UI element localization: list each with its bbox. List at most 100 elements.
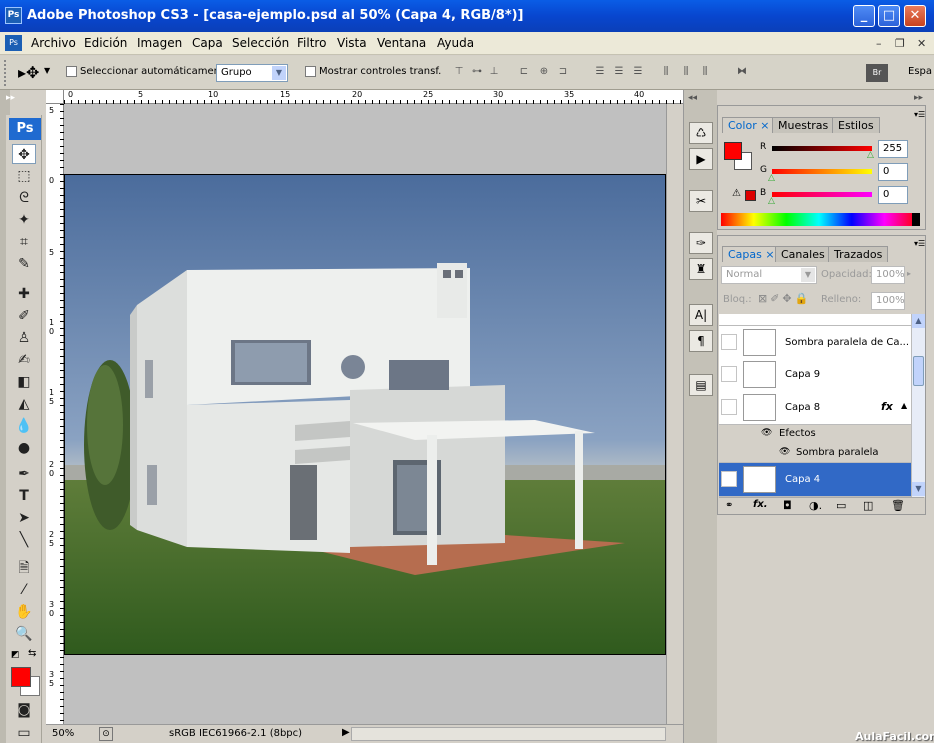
distribute-hcenter-icon[interactable]: ⫼ <box>679 65 693 79</box>
adjustment-layer-icon[interactable]: ◑. <box>809 499 822 512</box>
eyedropper-tool-icon[interactable]: ⁄ <box>12 580 36 600</box>
clone-stamp-tool-icon[interactable]: ♙ <box>12 328 36 348</box>
tab-estilos[interactable]: Estilos <box>832 117 880 133</box>
align-vcenter-icon[interactable]: ⊶ <box>470 65 484 79</box>
minimize-button[interactable]: _ <box>853 5 875 27</box>
collapse-dock-icon[interactable]: ◂◂ <box>688 93 697 103</box>
blend-mode-dropdown[interactable]: Normal ▼ <box>721 266 817 284</box>
link-layers-icon[interactable]: ⚭ <box>725 500 733 511</box>
menu-filtro[interactable]: Filtro <box>297 36 326 50</box>
distribute-bottom-icon[interactable]: ☰ <box>631 65 645 79</box>
show-transform-checkbox[interactable] <box>305 66 316 77</box>
crop-tool-icon[interactable]: ⌗ <box>12 232 36 252</box>
value-g[interactable]: 0 <box>878 163 908 181</box>
path-selection-tool-icon[interactable]: ➤ <box>12 508 36 528</box>
chevron-down-icon[interactable]: ▼ <box>44 66 50 75</box>
close-icon[interactable]: × <box>760 119 769 132</box>
document-canvas[interactable] <box>64 174 666 655</box>
align-hcenter-icon[interactable]: ⊕ <box>537 65 551 79</box>
spectrum-black[interactable] <box>912 213 920 226</box>
zoom-level[interactable]: 50% <box>52 728 92 739</box>
doc-close-button[interactable]: ✕ <box>917 37 926 50</box>
menu-imagen[interactable]: Imagen <box>137 36 182 50</box>
magic-wand-tool-icon[interactable]: ✦ <box>12 210 36 230</box>
color-foreground-swatch[interactable] <box>724 142 742 160</box>
scroll-down-icon[interactable]: ▼ <box>912 482 925 496</box>
dodge-tool-icon[interactable]: ● <box>12 438 36 458</box>
document-vertical-scrollbar[interactable] <box>666 104 683 724</box>
layer-row[interactable]: Sombra paralela de Ca... <box>719 326 911 360</box>
visibility-toggle[interactable] <box>721 471 737 487</box>
marquee-tool-icon[interactable]: ⬚ <box>12 166 36 186</box>
brush-tool-icon[interactable]: ✐ <box>12 306 36 326</box>
gamut-warning-icon[interactable]: ⚠ <box>732 188 741 199</box>
color-spectrum-bar[interactable] <box>721 213 917 226</box>
distribute-top-icon[interactable]: ☰ <box>593 65 607 79</box>
notes-tool-icon[interactable]: 🗎 <box>12 558 36 578</box>
fill-field[interactable]: 100% <box>871 292 905 310</box>
layer-row[interactable]: Capa 8 fx ▲ <box>719 391 911 425</box>
menu-capa[interactable]: Capa <box>192 36 223 50</box>
gamut-swatch[interactable] <box>745 190 756 201</box>
panel-menu-icon[interactable]: ▾☰ <box>914 239 925 248</box>
screen-mode-icon[interactable]: ▭ <box>12 723 36 743</box>
scroll-thumb[interactable] <box>913 356 924 386</box>
paragraph-panel-icon[interactable]: ¶ <box>689 330 713 352</box>
foreground-color-swatch[interactable] <box>11 667 31 687</box>
tool-presets-icon[interactable]: ✂ <box>689 190 713 212</box>
zoom-tool-icon[interactable]: 🔍 <box>12 624 36 644</box>
menu-edicion[interactable]: Edición <box>84 36 127 50</box>
opacity-arrow-icon[interactable]: ▸ <box>907 269 911 278</box>
move-tool-preset-icon[interactable]: ▸✥ <box>18 63 39 82</box>
blur-tool-icon[interactable]: 💧 <box>12 416 36 436</box>
opacity-field[interactable]: 100% <box>871 266 905 284</box>
lock-icons[interactable]: ⊠✐✥🔒 <box>758 292 811 305</box>
slider-thumb-icon[interactable]: △ <box>867 150 874 160</box>
eraser-tool-icon[interactable]: ◧ <box>12 372 36 392</box>
close-button[interactable]: ✕ <box>904 5 926 27</box>
menu-seleccion[interactable]: Selección <box>232 36 289 50</box>
expand-toolbox-icon[interactable]: ▸▸ <box>6 93 15 103</box>
document-icon[interactable]: Ps <box>5 35 22 51</box>
add-mask-icon[interactable]: ◘ <box>783 499 792 512</box>
expand-panels-icon[interactable]: ▸▸ <box>914 93 923 103</box>
value-r[interactable]: 255 <box>878 140 908 158</box>
actions-panel-icon[interactable]: ▶ <box>689 148 713 170</box>
visibility-toggle[interactable] <box>721 399 737 415</box>
scroll-up-icon[interactable]: ▲ <box>912 314 925 328</box>
slice-tool-icon[interactable]: ✎ <box>12 254 36 274</box>
auto-select-dropdown[interactable]: Grupo ▼ <box>216 64 288 82</box>
history-panel-icon[interactable]: ♺ <box>689 122 713 144</box>
align-right-icon[interactable]: ⊐ <box>556 65 570 79</box>
doc-minimize-button[interactable]: – <box>876 37 882 50</box>
workspace-button[interactable]: Espa <box>908 66 932 77</box>
default-colors-icon[interactable]: ◩ <box>11 650 20 660</box>
fx-icon[interactable]: fx <box>881 400 893 413</box>
new-group-icon[interactable]: ▭ <box>836 499 846 512</box>
layer-comps-icon[interactable]: ▤ <box>689 374 713 396</box>
distribute-right-icon[interactable]: ⫼ <box>698 65 712 79</box>
distribute-left-icon[interactable]: ⫼ <box>659 65 673 79</box>
menu-vista[interactable]: Vista <box>337 36 367 50</box>
tab-capas[interactable]: Capas × <box>722 246 781 262</box>
layer-row-partial[interactable] <box>719 314 911 326</box>
bridge-icon[interactable]: Br <box>866 64 888 82</box>
status-arrow-icon[interactable]: ▶ <box>342 727 350 738</box>
visibility-toggle[interactable] <box>721 334 737 350</box>
new-layer-icon[interactable]: ◫ <box>863 499 873 512</box>
quick-mask-icon[interactable]: ◙ <box>12 700 36 720</box>
close-icon[interactable]: × <box>765 248 774 261</box>
effect-item-row[interactable]: 👁 Sombra paralela <box>719 444 911 463</box>
value-b[interactable]: 0 <box>878 186 908 204</box>
status-menu-icon[interactable]: ⊙ <box>99 727 113 741</box>
layer-row-selected[interactable]: Capa 4 <box>719 463 911 497</box>
eye-icon[interactable]: 👁 <box>761 428 772 438</box>
tab-canales[interactable]: Canales <box>775 246 831 262</box>
menu-ayuda[interactable]: Ayuda <box>437 36 474 50</box>
delete-layer-icon[interactable]: 🗑 <box>891 499 905 512</box>
auto-select-checkbox[interactable] <box>66 66 77 77</box>
healing-brush-tool-icon[interactable]: ✚ <box>12 284 36 304</box>
panel-menu-icon[interactable]: ▾☰ <box>914 110 925 119</box>
tab-muestras[interactable]: Muestras <box>772 117 835 133</box>
add-style-icon[interactable]: fx. <box>753 499 768 510</box>
